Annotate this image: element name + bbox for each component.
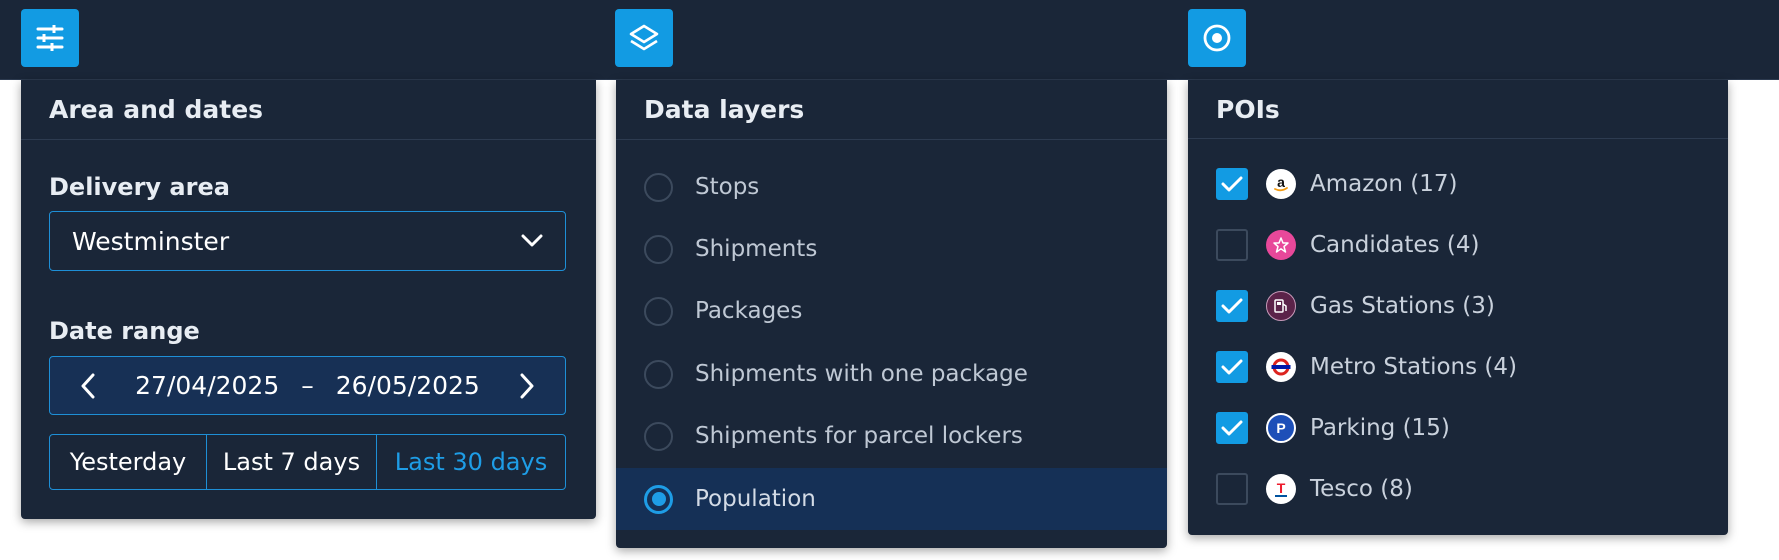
poi-item-amazon[interactable]: a Amazon (17) — [1216, 164, 1457, 204]
checkbox-unchecked[interactable] — [1216, 229, 1248, 261]
chevron-left-icon[interactable] — [80, 373, 96, 399]
radio-button[interactable] — [644, 296, 673, 326]
layer-label: Population — [695, 486, 816, 512]
star-icon — [1266, 230, 1296, 260]
radio-button[interactable] — [644, 234, 673, 264]
radio-button[interactable] — [644, 172, 673, 202]
chevron-right-icon[interactable] — [519, 373, 535, 399]
check-icon — [1221, 176, 1243, 192]
check-icon — [1221, 359, 1243, 375]
chevron-down-icon — [521, 234, 543, 247]
poi-item-tesco[interactable]: T Tesco (8) — [1216, 469, 1413, 509]
poi-item-parking[interactable]: P Parking (15) — [1216, 408, 1450, 448]
poi-label: Amazon (17) — [1310, 171, 1458, 197]
date-range-text[interactable]: 27/04/2025 – 26/05/2025 — [135, 371, 480, 400]
poi-label: Metro Stations (4) — [1310, 354, 1517, 380]
check-icon — [1221, 420, 1243, 436]
date-range-label: Date range — [49, 317, 200, 345]
poi-label: Candidates (4) — [1310, 232, 1480, 258]
layer-option-stops[interactable]: Stops — [616, 156, 1167, 218]
panel-title: Data layers — [616, 80, 1167, 140]
layers-icon — [629, 24, 659, 51]
date-range-picker[interactable]: 27/04/2025 – 26/05/2025 — [49, 356, 566, 415]
checkbox-checked[interactable] — [1216, 168, 1248, 200]
delivery-area-value: Westminster — [72, 226, 230, 256]
amazon-logo-icon: a — [1266, 169, 1296, 199]
quick-range-group: Yesterday Last 7 days Last 30 days — [49, 434, 566, 490]
sliders-icon — [36, 25, 64, 51]
yesterday-button[interactable]: Yesterday — [50, 435, 207, 489]
layer-label: Shipments for parcel lockers — [695, 423, 1023, 449]
target-icon — [1203, 24, 1231, 52]
delivery-area-select[interactable]: Westminster — [49, 211, 566, 271]
pois-button[interactable] — [1188, 9, 1246, 67]
check-icon — [1221, 298, 1243, 314]
date-separator: – — [301, 371, 314, 400]
panel-title: Area and dates — [21, 80, 596, 140]
tesco-logo-icon: T — [1266, 474, 1296, 504]
layer-option-shipments-one-package[interactable]: Shipments with one package — [616, 343, 1167, 405]
svg-text:a: a — [1277, 174, 1285, 190]
panel-title: POIs — [1188, 80, 1728, 139]
layer-label: Shipments with one package — [695, 361, 1028, 387]
layer-label: Shipments — [695, 236, 818, 262]
layers-button[interactable] — [615, 9, 673, 67]
checkbox-checked[interactable] — [1216, 290, 1248, 322]
pois-panel: POIs a Amazon (17) Candidates (4) Gas St… — [1188, 80, 1728, 535]
poi-item-gas-stations[interactable]: Gas Stations (3) — [1216, 286, 1495, 326]
underground-roundel-icon — [1266, 352, 1296, 382]
layer-option-shipments-parcel-lockers[interactable]: Shipments for parcel lockers — [616, 405, 1167, 467]
poi-label: Tesco (8) — [1310, 476, 1413, 502]
layer-label: Stops — [695, 174, 760, 200]
checkbox-checked[interactable] — [1216, 351, 1248, 383]
layer-label: Packages — [695, 298, 803, 324]
layer-option-population[interactable]: Population — [616, 468, 1167, 530]
svg-text:T: T — [1277, 480, 1286, 496]
poi-label: Parking (15) — [1310, 415, 1450, 441]
checkbox-unchecked[interactable] — [1216, 473, 1248, 505]
svg-text:P: P — [1276, 420, 1285, 436]
last-30-days-button[interactable]: Last 30 days — [377, 435, 565, 489]
poi-item-metro-stations[interactable]: Metro Stations (4) — [1216, 347, 1517, 387]
checkbox-checked[interactable] — [1216, 412, 1248, 444]
delivery-area-label: Delivery area — [49, 173, 230, 201]
date-from: 27/04/2025 — [135, 371, 280, 400]
gas-station-icon — [1266, 291, 1296, 321]
poi-item-candidates[interactable]: Candidates (4) — [1216, 225, 1479, 265]
area-and-dates-panel: Area and dates Delivery area Westminster… — [21, 80, 596, 519]
toolbar — [0, 0, 1779, 80]
layer-option-packages[interactable]: Packages — [616, 280, 1167, 342]
last-7-days-button[interactable]: Last 7 days — [207, 435, 377, 489]
parking-icon: P — [1266, 413, 1296, 443]
data-layers-panel: Data layers Stops Shipments Packages Shi… — [616, 80, 1167, 548]
layer-option-shipments[interactable]: Shipments — [616, 218, 1167, 280]
radio-button[interactable] — [644, 421, 673, 451]
radio-button-selected[interactable] — [644, 484, 673, 514]
filters-button[interactable] — [21, 9, 79, 67]
date-to: 26/05/2025 — [335, 371, 480, 400]
poi-label: Gas Stations (3) — [1310, 293, 1495, 319]
radio-button[interactable] — [644, 359, 673, 389]
